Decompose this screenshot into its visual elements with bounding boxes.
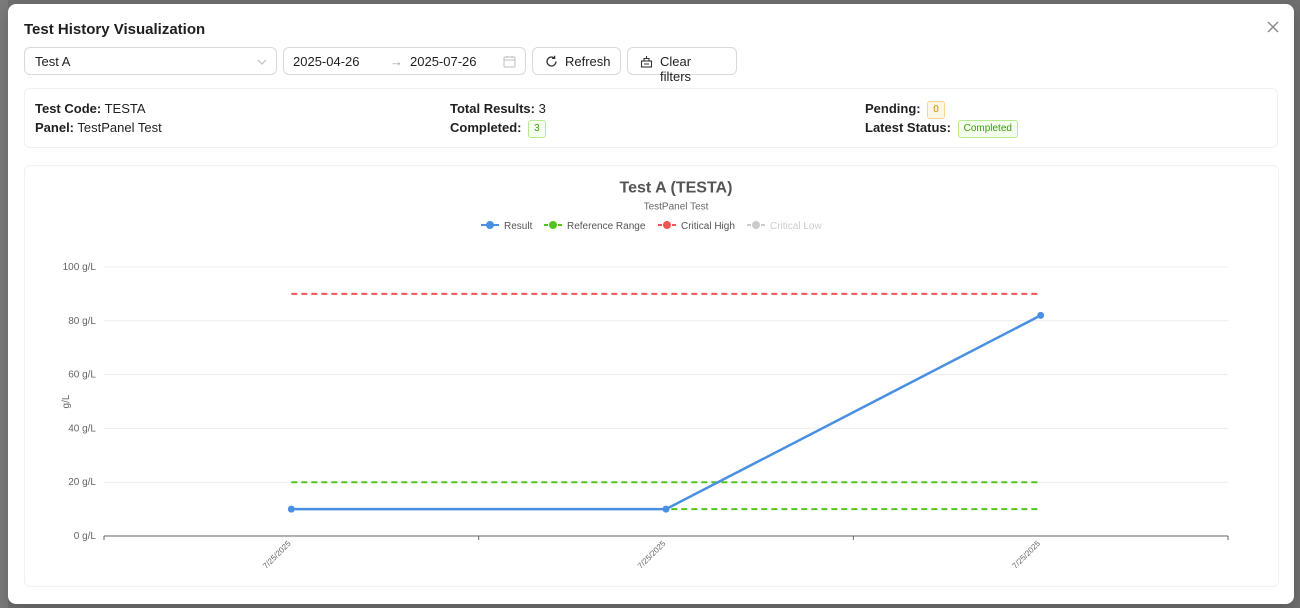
test-select-value: Test A	[35, 54, 71, 69]
result-point-2	[1037, 311, 1045, 319]
y-tick-label-3: 60 g/L	[68, 370, 96, 381]
date-from-input[interactable]: 2025-04-26	[293, 54, 360, 69]
result-point-1	[662, 505, 670, 513]
pending-label: Pending:	[865, 101, 921, 116]
latest-status-label: Latest Status:	[865, 120, 951, 135]
date-to-input[interactable]: 2025-07-26	[410, 54, 477, 69]
clear-filters-label: Clear filters	[660, 54, 692, 84]
date-range-picker[interactable]: 2025-04-26 → 2025-07-26	[283, 47, 526, 75]
x-tick-label-1: 7/25/2025	[636, 539, 668, 571]
legend-marker-1	[549, 221, 557, 229]
legend-marker-3	[752, 221, 760, 229]
clear-icon	[640, 56, 653, 68]
y-axis-title: g/L	[61, 394, 72, 408]
legend-marker-2	[663, 221, 671, 229]
test-code-label: Test Code:	[35, 101, 102, 116]
date-separator-arrow: →	[390, 54, 403, 69]
y-tick-label-4: 80 g/L	[68, 316, 96, 327]
test-code-value: TESTA	[104, 101, 146, 116]
y-tick-label-5: 100 g/L	[63, 262, 97, 273]
chart-title: Test A (TESTA)	[620, 179, 733, 196]
legend-marker-0	[486, 221, 494, 229]
close-button[interactable]	[1264, 18, 1282, 36]
total-results-label: Total Results:	[450, 101, 535, 116]
chart-card: Test A (TESTA) TestPanel Test Result Refere…	[24, 165, 1279, 587]
modal-title: Test History Visualization	[24, 21, 206, 38]
pending-row: Pending: 0	[865, 101, 945, 119]
refresh-label: Refresh	[565, 54, 611, 69]
legend-label-3: Critical Low	[770, 221, 822, 232]
history-line-chart: Test A (TESTA) TestPanel Test Result Refere…	[61, 179, 1229, 571]
x-tick-label-0: 7/25/2025	[261, 539, 293, 571]
panel-label: Panel:	[35, 120, 75, 135]
refresh-icon	[546, 55, 557, 67]
latest-status-row: Latest Status: Completed	[865, 120, 1018, 138]
completed-label: Completed:	[450, 120, 522, 135]
panel-value: TestPanel Test	[77, 120, 162, 135]
calendar-icon	[503, 56, 516, 68]
completed-row: Completed: 3	[450, 120, 546, 138]
y-tick-label-2: 40 g/L	[68, 423, 96, 434]
test-select[interactable]: Test A	[24, 47, 277, 75]
y-tick-label-0: 0 g/L	[74, 531, 97, 542]
completed-count-badge: 3	[528, 120, 546, 138]
legend-label-2: Critical High	[681, 221, 735, 232]
close-icon	[1267, 21, 1279, 33]
chart-subtitle: TestPanel Test	[644, 201, 709, 212]
legend-label-0: Result	[504, 221, 533, 232]
total-results-value: 3	[538, 101, 546, 116]
latest-status-badge: Completed	[957, 120, 1018, 138]
test-code-row: Test Code: TESTA	[35, 101, 146, 116]
result-line	[291, 314, 1042, 511]
test-summary-card: Test Code: TESTA Panel: TestPanel Test T…	[24, 88, 1278, 148]
panel-row: Panel: TestPanel Test	[35, 120, 162, 135]
chevron-down-icon	[257, 59, 267, 65]
legend-label-1: Reference Range	[567, 221, 646, 232]
pending-count-badge: 0	[927, 101, 945, 119]
result-point-0	[287, 505, 295, 513]
y-tick-label-1: 20 g/L	[68, 477, 96, 488]
clear-filters-button[interactable]: Clear filters	[627, 47, 737, 84]
x-tick-label-2: 7/25/2025	[1011, 539, 1043, 571]
total-results-row: Total Results: 3	[450, 101, 546, 116]
refresh-button[interactable]: Refresh	[532, 47, 621, 75]
page-backdrop	[0, 0, 8, 608]
test-history-modal: Test History Visualization Test A 2025-0…	[8, 4, 1294, 604]
